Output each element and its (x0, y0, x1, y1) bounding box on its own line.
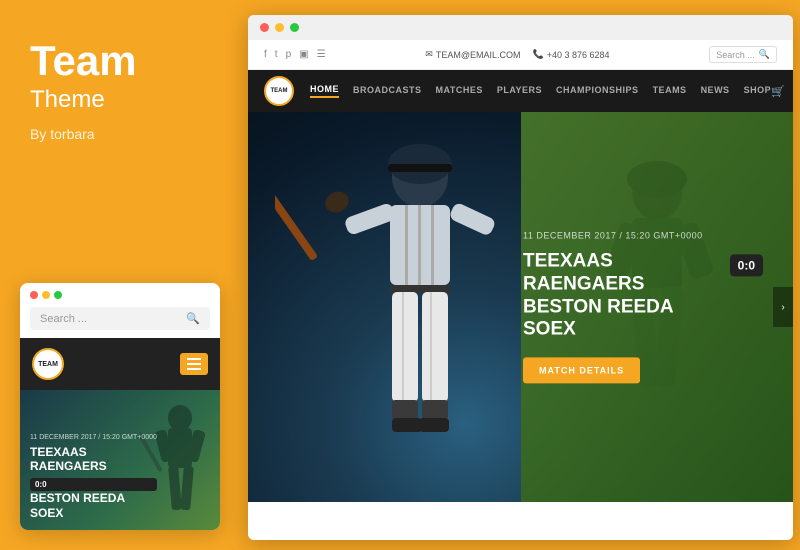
mobile-dot-red (30, 291, 38, 299)
theme-title: Team (30, 40, 210, 82)
hero-next-arrow[interactable]: › (773, 287, 793, 327)
theme-by: By torbara (30, 126, 210, 142)
hero-date: 11 DECEMBER 2017 / 15:20 GMT+0000 (523, 230, 763, 240)
email-icon: ✉ (425, 49, 433, 60)
topbar-search[interactable]: Search ... 🔍 (709, 46, 777, 63)
hero-score: 0:0 (730, 254, 763, 276)
mobile-hero-content: 11 DECEMBER 2017 / 15:20 GMT+0000 TEEXAA… (30, 434, 157, 520)
mobile-traffic-lights (30, 291, 210, 299)
hero-team2: BESTON REEDA SOEX (523, 296, 720, 342)
mobile-top-bar: Search ... 🔍 (20, 283, 220, 338)
pinterest-icon: p (286, 49, 292, 60)
nav-link-broadcasts[interactable]: BROADCASTS (353, 85, 422, 97)
topbar-contact: ✉ TEAM@EMAIL.COM 📞 +40 3 876 6284 (425, 49, 609, 60)
nav-link-news[interactable]: NEWS (701, 85, 730, 97)
mobile-dot-yellow (42, 291, 50, 299)
mobile-score-badge: 0:0 (30, 478, 157, 492)
desktop-dot-red (260, 23, 269, 32)
topbar-email: ✉ TEAM@EMAIL.COM (425, 49, 520, 60)
topbar-phone: 📞 +40 3 876 6284 (532, 49, 609, 60)
hero-content: 11 DECEMBER 2017 / 15:20 GMT+0000 TEEXAA… (523, 230, 763, 383)
cart-icon[interactable]: 🛒 (771, 85, 785, 98)
nav-link-players[interactable]: PLAYERS (497, 85, 542, 97)
desktop-nav: TEAM HOME BROADCASTS MATCHES PLAYERS CHA… (248, 70, 793, 112)
match-details-button[interactable]: MATCH DETAILS (523, 358, 640, 384)
phone-icon: 📞 (532, 49, 543, 60)
desktop-topbar: f t p ▣ ☰ ✉ TEAM@EMAIL.COM 📞 +40 3 876 6… (248, 40, 793, 70)
topbar-social-icons: f t p ▣ ☰ (264, 49, 326, 60)
mobile-hero: 11 DECEMBER 2017 / 15:20 GMT+0000 TEEXAA… (20, 390, 220, 530)
nav-logo: TEAM (264, 76, 294, 106)
theme-subtitle: Theme (30, 86, 210, 114)
mobile-search-placeholder: Search ... (40, 313, 87, 325)
instagram-icon: ▣ (299, 49, 308, 60)
hamburger-line (187, 358, 201, 360)
desktop-titlebar (248, 15, 793, 40)
mobile-mockup: Search ... 🔍 TEAM 11 DECEMBER 2017 / 15: (20, 283, 220, 530)
mobile-logo: TEAM (32, 348, 64, 380)
mobile-nav: TEAM (20, 338, 220, 390)
nav-link-championships[interactable]: CHAMPIONSHIPS (556, 85, 639, 97)
nav-link-teams[interactable]: TEAMS (653, 85, 687, 97)
nav-link-shop[interactable]: SHOP (744, 85, 772, 97)
mobile-dot-green (54, 291, 62, 299)
hamburger-line (187, 363, 201, 365)
desktop-dot-green (290, 23, 299, 32)
topbar-search-icon: 🔍 (759, 49, 770, 60)
desktop-dot-yellow (275, 23, 284, 32)
mobile-search-bar[interactable]: Search ... 🔍 (30, 307, 210, 330)
facebook-icon: f (264, 49, 267, 60)
hamburger-line (187, 368, 201, 370)
mobile-hamburger-button[interactable] (180, 353, 208, 375)
social-icon-5: ☰ (317, 49, 326, 60)
mobile-search-icon: 🔍 (186, 312, 200, 325)
hero-teams: TEEXAAS RAENGAERS BESTON REEDA SOEX 0:0 (523, 250, 763, 341)
hero-team1: TEEXAAS RAENGAERS (523, 250, 720, 296)
topbar-search-placeholder: Search ... (716, 50, 755, 60)
nav-link-home[interactable]: HOME (310, 84, 339, 98)
mobile-match-teams: TEEXAAS RAENGAERS 0:0 BESTON REEDA SOEX (30, 445, 157, 520)
mobile-hero-date: 11 DECEMBER 2017 / 15:20 GMT+0000 (30, 434, 157, 441)
desktop-mockup: f t p ▣ ☰ ✉ TEAM@EMAIL.COM 📞 +40 3 876 6… (248, 15, 793, 540)
nav-link-matches[interactable]: MATCHES (436, 85, 483, 97)
twitter-icon: t (275, 49, 278, 60)
desktop-hero: 11 DECEMBER 2017 / 15:20 GMT+0000 TEEXAA… (248, 112, 793, 502)
nav-links: HOME BROADCASTS MATCHES PLAYERS CHAMPION… (310, 84, 771, 98)
